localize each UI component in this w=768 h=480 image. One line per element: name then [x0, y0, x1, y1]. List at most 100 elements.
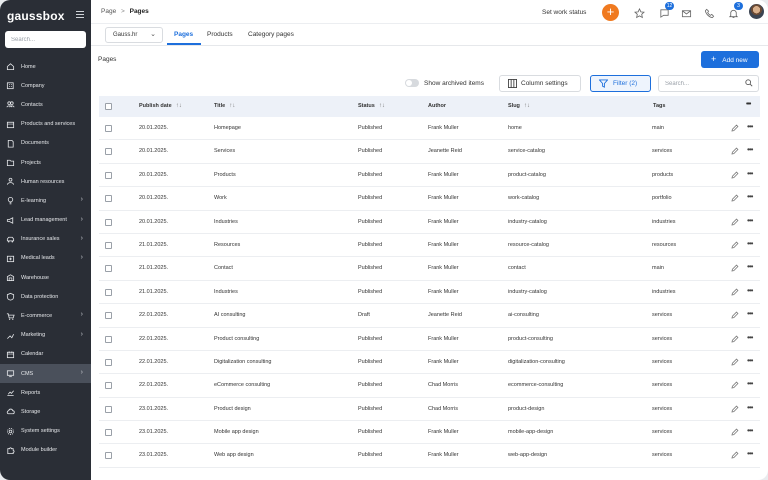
pencil-icon[interactable] [731, 241, 739, 249]
table-row[interactable]: 22.01.2025. Digitalization consulting Publ… [99, 351, 760, 375]
pencil-icon[interactable] [731, 311, 739, 319]
sidebar-item-marketing[interactable]: Marketing › [0, 326, 91, 345]
cell-title[interactable]: eCommerce consulting [214, 382, 270, 388]
row-more-icon[interactable]: ••• [747, 286, 753, 295]
cell-title[interactable]: Digitalization consulting [214, 359, 271, 365]
tab-pages[interactable]: Pages [174, 31, 193, 38]
pencil-icon[interactable] [731, 335, 739, 343]
row-checkbox[interactable] [105, 405, 112, 413]
cell-title[interactable]: Services [214, 148, 235, 154]
header-slug[interactable]: Slug ↑↓ [508, 103, 530, 109]
cell-title[interactable]: Web app design [214, 452, 254, 458]
table-row[interactable]: 20.01.2025. Industries Published Frank Mull… [99, 211, 760, 234]
header-more-icon[interactable]: ••• [746, 101, 751, 108]
star-icon[interactable] [634, 6, 646, 19]
sidebar-item-system-settings[interactable]: System settings [0, 422, 91, 441]
sidebar-item-products-and-services[interactable]: Products and services [0, 115, 91, 134]
cell-title[interactable]: Product design [214, 406, 251, 412]
table-row[interactable]: 23.01.2025. Web app design Published Frank … [99, 444, 760, 468]
quick-add-button[interactable]: + [602, 4, 619, 21]
sidebar-item-warehouse[interactable]: Warehouse [0, 268, 91, 287]
sidebar-item-documents[interactable]: Documents [0, 134, 91, 153]
add-new-button[interactable]: + Add new [701, 51, 759, 68]
row-more-icon[interactable]: ••• [747, 262, 753, 271]
sidebar-item-contacts[interactable]: Contacts [0, 95, 91, 114]
table-row[interactable]: 23.01.2025. Mobile app design Published Fra… [99, 421, 760, 445]
table-row[interactable]: 21.01.2025. Resources Published Frank Mulle… [99, 234, 760, 258]
row-more-icon[interactable]: ••• [747, 192, 753, 201]
pencil-icon[interactable] [731, 171, 739, 179]
table-row[interactable]: 20.01.2025. Homepage Published Frank Muller… [99, 117, 760, 141]
table-row[interactable]: 21.01.2025. Industries Published Frank Mull… [99, 281, 760, 305]
pencil-icon[interactable] [731, 405, 739, 413]
table-row[interactable]: 20.01.2025. Work Published Frank Muller work… [99, 187, 760, 211]
tab-category-pages[interactable]: Category pages [248, 31, 294, 38]
sidebar-item-medical-leads[interactable]: Medical leads › [0, 249, 91, 268]
pencil-icon[interactable] [731, 451, 739, 459]
row-checkbox[interactable] [105, 218, 112, 226]
row-more-icon[interactable]: ••• [747, 379, 753, 388]
pencil-icon[interactable] [731, 147, 739, 155]
header-publish-date[interactable]: Publish date ↑↓ [139, 103, 182, 109]
row-checkbox[interactable] [105, 125, 112, 132]
hamburger-menu-icon[interactable] [76, 11, 84, 19]
row-more-icon[interactable]: ••• [747, 333, 753, 342]
row-checkbox[interactable] [105, 358, 112, 366]
tab-products[interactable]: Products [207, 31, 233, 38]
row-more-icon[interactable]: ••• [747, 169, 753, 178]
row-more-icon[interactable]: ••• [747, 403, 753, 412]
pencil-icon[interactable] [731, 124, 739, 132]
column-settings-button[interactable]: Column settings [499, 75, 581, 92]
cell-title[interactable]: Industries [214, 219, 238, 225]
pencil-icon[interactable] [731, 194, 739, 202]
sidebar-item-cms[interactable]: CMS › [0, 364, 91, 384]
table-search-input[interactable] [658, 75, 759, 92]
row-checkbox[interactable] [105, 195, 112, 203]
table-row[interactable]: 22.01.2025. eCommerce consulting Published… [99, 374, 760, 398]
row-more-icon[interactable]: ••• [747, 449, 753, 458]
row-checkbox[interactable] [105, 312, 112, 320]
header-status[interactable]: Status ↑↓ [358, 103, 385, 109]
sidebar-item-human-resources[interactable]: Human resources [0, 172, 91, 191]
row-checkbox[interactable] [105, 382, 112, 390]
table-row[interactable]: 20.01.2025. Services Published Jeanette Rei… [99, 140, 760, 164]
table-row[interactable]: 22.01.2025. AI consulting Draft Jeanette Re… [99, 304, 760, 328]
sidebar-item-calendar[interactable]: Calendar [0, 345, 91, 364]
user-avatar[interactable] [749, 4, 764, 19]
row-checkbox[interactable] [105, 288, 112, 296]
sidebar-item-storage[interactable]: Storage [0, 402, 91, 421]
mail-icon[interactable] [681, 6, 693, 18]
row-more-icon[interactable]: ••• [747, 426, 753, 435]
breadcrumb-root[interactable]: Page [101, 8, 116, 15]
sidebar-item-e-commerce[interactable]: E-commerce › [0, 306, 91, 325]
sidebar-search-input[interactable] [5, 31, 86, 48]
sidebar-item-home[interactable]: Home [0, 57, 91, 76]
row-more-icon[interactable]: ••• [747, 145, 753, 154]
row-checkbox[interactable] [105, 429, 112, 437]
select-all-checkbox[interactable] [105, 103, 112, 110]
table-row[interactable]: 20.01.2025. Products Published Frank Muller… [99, 164, 760, 188]
domain-select[interactable]: Gauss.hr ⌄ [105, 27, 163, 43]
cell-title[interactable]: Mobile app design [214, 429, 259, 435]
bell-icon[interactable]: 3 [728, 2, 743, 19]
cell-title[interactable]: AI consulting [214, 312, 246, 318]
cell-title[interactable]: Resources [214, 242, 240, 248]
cell-title[interactable]: Products [214, 172, 236, 178]
pencil-icon[interactable] [731, 218, 739, 226]
cell-title[interactable]: Homepage [214, 125, 241, 131]
phone-icon[interactable] [704, 6, 716, 19]
pencil-icon[interactable] [731, 358, 739, 366]
row-checkbox[interactable] [105, 335, 112, 343]
row-checkbox[interactable] [105, 241, 112, 249]
table-row[interactable]: 22.01.2025. Product consulting Published Fr… [99, 328, 760, 351]
sidebar-item-module-builder[interactable]: Module builder [0, 441, 91, 460]
cell-title[interactable]: Contact [214, 265, 233, 271]
sidebar-item-lead-management[interactable]: Lead management › [0, 211, 91, 230]
pencil-icon[interactable] [731, 428, 739, 436]
cell-title[interactable]: Product consulting [214, 336, 259, 342]
row-more-icon[interactable]: ••• [747, 216, 753, 225]
show-archived-toggle[interactable] [405, 79, 419, 87]
row-checkbox[interactable] [105, 148, 112, 156]
row-checkbox[interactable] [105, 171, 112, 179]
sidebar-item-data-protection[interactable]: Data protection [0, 287, 91, 306]
